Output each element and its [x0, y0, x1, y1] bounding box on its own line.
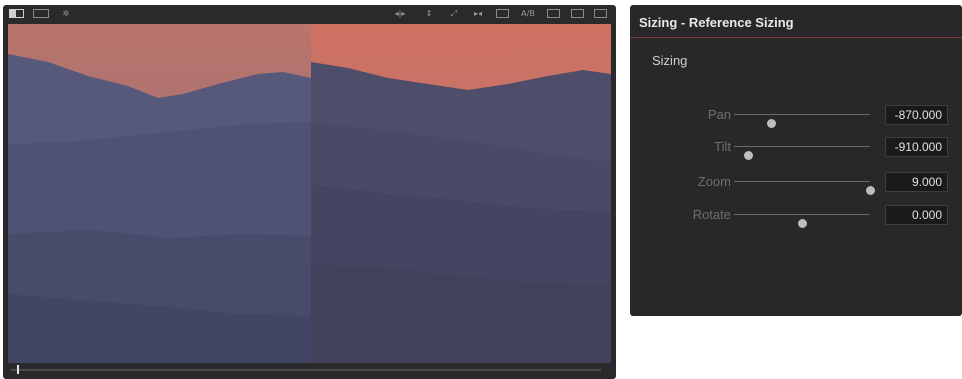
pan-row: Pan -870.000: [630, 105, 962, 128]
cinema-mode-icon[interactable]: [33, 9, 49, 18]
single-viewer-icon[interactable]: [9, 9, 24, 18]
rotate-label: Rotate: [692, 207, 731, 222]
tilt-slider[interactable]: [734, 146, 870, 160]
zoom-row: Zoom 9.000: [630, 172, 962, 195]
viewer-toolbar: ✲ ◂|▸ ⇕ ⤢ ▸◂ A/B: [3, 5, 616, 22]
frame-step-icon[interactable]: ▸◂: [470, 8, 486, 19]
section-label: Sizing: [652, 53, 688, 68]
rotate-slider[interactable]: [734, 214, 870, 228]
ab-label[interactable]: A/B: [518, 8, 538, 19]
playhead[interactable]: [16, 365, 19, 374]
box-wipe-icon[interactable]: [594, 9, 607, 18]
zoom-label: Zoom: [697, 174, 731, 189]
rotate-row: Rotate 0.000: [630, 205, 962, 228]
tilt-row: Tilt -910.000: [630, 137, 962, 160]
rotate-value-field[interactable]: 0.000: [885, 205, 948, 225]
viewer-panel: ✲ ◂|▸ ⇕ ⤢ ▸◂ A/B: [3, 5, 616, 379]
viewer-image[interactable]: [8, 24, 611, 363]
zoom-value-field[interactable]: 9.000: [885, 172, 948, 192]
flip-vertical-icon[interactable]: ⇕: [421, 8, 437, 19]
tilt-label: Tilt: [714, 139, 731, 154]
sizing-panel: Sizing - Reference Sizing Sizing Pan -87…: [630, 5, 962, 316]
mirror-icon[interactable]: [496, 9, 509, 18]
rotate-slider-thumb[interactable]: [798, 219, 807, 228]
pan-slider-thumb[interactable]: [766, 119, 776, 128]
panel-title: Sizing - Reference Sizing: [639, 15, 794, 30]
tilt-value-field[interactable]: -910.000: [885, 137, 948, 157]
pan-value-field[interactable]: -870.000: [885, 105, 948, 125]
tilt-slider-thumb[interactable]: [743, 151, 753, 160]
expand-icon[interactable]: ⤢: [446, 8, 462, 19]
landscape-image: [8, 24, 611, 363]
zoom-slider-thumb[interactable]: [866, 186, 875, 195]
pan-label: Pan: [707, 107, 731, 122]
grid-icon[interactable]: [547, 9, 560, 18]
panel-header: Sizing - Reference Sizing: [630, 5, 962, 38]
timeline-scrubber[interactable]: [11, 369, 601, 371]
zoom-slider[interactable]: [734, 181, 875, 195]
pan-slider[interactable]: [734, 114, 870, 128]
split-wipe-icon[interactable]: ◂|▸: [392, 8, 408, 19]
highlight-wand-icon[interactable]: ✲: [58, 8, 74, 19]
vertical-wipe-icon[interactable]: [571, 9, 584, 18]
